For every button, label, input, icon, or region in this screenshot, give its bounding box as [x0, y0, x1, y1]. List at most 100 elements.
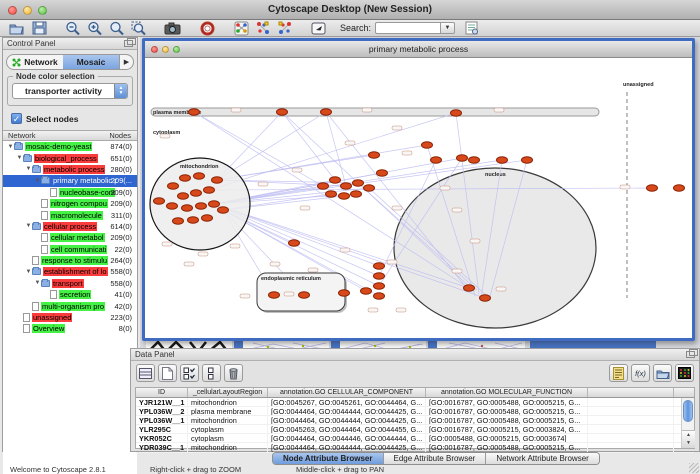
expander-open-icon[interactable]: ▼ — [16, 155, 23, 161]
network-node[interactable] — [196, 203, 207, 209]
network-node[interactable] — [361, 288, 372, 294]
network-node[interactable] — [451, 110, 462, 116]
network-node[interactable] — [194, 173, 205, 179]
network-node[interactable] — [218, 207, 229, 213]
network-canvas[interactable]: plasma membranecytoplasmnucleusunassigne… — [145, 58, 692, 338]
zoom-window-icon[interactable] — [38, 6, 47, 15]
network-node[interactable] — [522, 157, 533, 163]
network-node[interactable] — [277, 109, 288, 115]
network-node[interactable] — [212, 177, 223, 183]
tree-row[interactable]: Overview8(0) — [3, 323, 137, 334]
combo-stepper-icon[interactable]: ▲▼ — [114, 84, 127, 98]
network-node[interactable] — [167, 203, 178, 209]
zoom-out-icon[interactable] — [62, 21, 84, 36]
tab-mosaic[interactable]: Mosaic — [63, 55, 119, 69]
tree-row[interactable]: cellular metabol209(0) — [3, 232, 137, 243]
network-node[interactable] — [330, 177, 341, 183]
network-node[interactable] — [374, 293, 385, 299]
network-node[interactable] — [431, 157, 442, 163]
float-data-panel-icon[interactable] — [686, 351, 695, 358]
table-row[interactable]: YKR052Ccytoplasm[GO:0044464, GO:0044446,… — [136, 434, 694, 443]
tree-row[interactable]: ▼transport558(0) — [3, 278, 137, 289]
network-node[interactable] — [182, 205, 193, 211]
float-panel-icon[interactable] — [124, 40, 133, 47]
column-header[interactable]: ID — [136, 388, 188, 397]
network-node[interactable] — [168, 183, 179, 189]
search-input[interactable] — [375, 22, 441, 34]
network-node[interactable] — [154, 198, 165, 204]
save-icon[interactable] — [28, 21, 50, 36]
network-node[interactable] — [464, 285, 475, 291]
search-dropdown-icon[interactable]: ▼ — [441, 22, 455, 34]
tree-row[interactable]: cell communicati22(0) — [3, 244, 137, 255]
column-header[interactable]: annotation.GO MOLECULAR_FUNCTION — [426, 388, 588, 397]
network-node[interactable] — [269, 292, 280, 298]
network-node[interactable] — [188, 217, 199, 223]
matrix-icon[interactable] — [675, 364, 694, 382]
network-node[interactable] — [374, 283, 385, 289]
network-node[interactable] — [341, 183, 352, 189]
tree-row[interactable]: ▼mosaic-demo-yeast874(0) — [3, 141, 137, 152]
network-node[interactable] — [202, 215, 213, 221]
node-color-select[interactable]: transporter activity ▲▼ — [12, 83, 128, 99]
network-node[interactable] — [318, 183, 329, 189]
network-node[interactable] — [364, 185, 375, 191]
network-node[interactable] — [326, 191, 337, 197]
table-row[interactable]: YPL036W__1mitochondrion[GO:0044464, GO:0… — [136, 416, 694, 425]
open-icon[interactable] — [6, 21, 28, 36]
annotation-icon[interactable] — [308, 21, 330, 36]
layout-network-icon[interactable] — [252, 21, 274, 36]
tree-row[interactable]: nitrogen compou209(0) — [3, 198, 137, 209]
scrollbar-arrows[interactable]: ▲▼ — [682, 430, 695, 448]
expander-open-icon[interactable]: ▼ — [25, 166, 32, 172]
scrollbar-thumb[interactable] — [683, 400, 693, 422]
tree-row[interactable]: ▼primary metabolic p209(... — [3, 175, 137, 186]
network-node[interactable] — [377, 170, 388, 176]
network-node[interactable] — [173, 218, 184, 224]
network-node[interactable] — [339, 193, 350, 199]
close-window-icon[interactable] — [8, 6, 17, 15]
network-node[interactable] — [374, 273, 385, 279]
network-node[interactable] — [299, 292, 310, 298]
tree-row[interactable]: response to stimulu264(0) — [3, 255, 137, 266]
network-node[interactable] — [497, 157, 508, 163]
column-header[interactable]: _cellularLayoutRegion — [188, 388, 268, 397]
network-node[interactable] — [369, 152, 380, 158]
tree-row[interactable]: ▼establishment of lo558(0) — [3, 266, 137, 277]
zoom-view-icon[interactable] — [173, 46, 180, 53]
minimize-view-icon[interactable] — [162, 46, 169, 53]
import-table-icon[interactable] — [461, 21, 483, 36]
network-node[interactable] — [209, 201, 220, 207]
network-edge[interactable] — [282, 112, 335, 180]
tab-overflow-arrow-icon[interactable]: ▶ — [119, 55, 133, 69]
expander-open-icon[interactable]: ▼ — [34, 178, 41, 184]
tree-row[interactable]: multi-organism pro42(0) — [3, 300, 137, 311]
expander-open-icon[interactable]: ▼ — [25, 269, 32, 275]
tree-row[interactable]: macromolecule311(0) — [3, 209, 137, 220]
vizmapper-icon[interactable] — [230, 21, 252, 36]
table-row[interactable]: YJR121W__1mitochondrion[GO:0045267, GO:0… — [136, 398, 694, 407]
zoom-selected-icon[interactable] — [128, 21, 150, 36]
tree-row[interactable]: ▼metabolic process280(0) — [3, 164, 137, 175]
unselect-attributes-icon[interactable] — [202, 364, 221, 382]
tree-row[interactable]: ▼cellular process614(0) — [3, 221, 137, 232]
tab-network[interactable]: Network — [7, 55, 63, 69]
attribute-browser-tab[interactable]: Edge Attribute Browser — [384, 453, 487, 464]
minimize-window-icon[interactable] — [23, 6, 32, 15]
zoom-fit-icon[interactable] — [106, 21, 128, 36]
network-node[interactable] — [422, 142, 433, 148]
network-node[interactable] — [674, 185, 685, 191]
close-view-icon[interactable] — [151, 46, 158, 53]
network-node[interactable] — [457, 155, 468, 161]
network-node[interactable] — [191, 190, 202, 196]
new-attribute-icon[interactable] — [158, 364, 177, 382]
notes-icon[interactable] — [609, 364, 628, 382]
tree-col-network[interactable]: Network — [8, 131, 36, 140]
formula-icon[interactable]: f(x) — [631, 364, 650, 382]
table-vertical-scrollbar[interactable]: ▲▼ — [681, 398, 694, 449]
network-node[interactable] — [351, 191, 362, 197]
select-attributes-icon[interactable] — [180, 364, 199, 382]
network-node[interactable] — [189, 109, 200, 115]
select-nodes-checkbox[interactable]: ✓ — [11, 113, 22, 124]
network-node[interactable] — [353, 180, 364, 186]
